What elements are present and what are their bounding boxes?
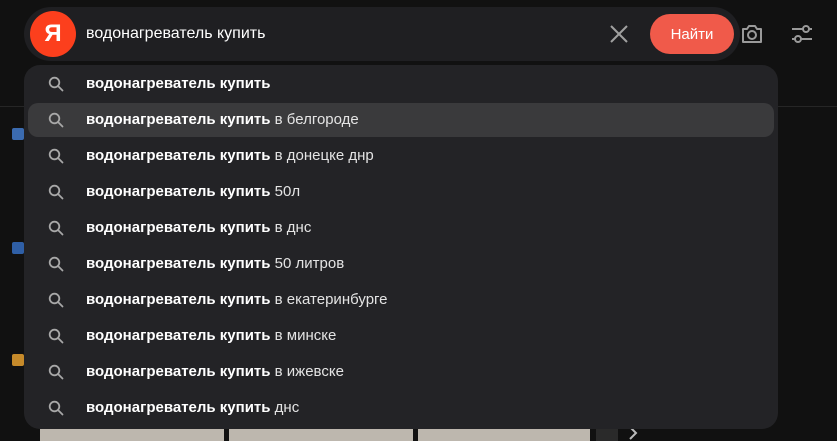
suggestion-query-part: водонагреватель купить xyxy=(86,399,271,416)
suggestion-query-part: водонагреватель купить xyxy=(86,291,271,308)
suggestion-item[interactable]: водонагреватель купить в донецке днр xyxy=(28,139,774,173)
suggestion-completion: 50 литров xyxy=(270,255,345,272)
suggestion-item[interactable]: водонагреватель купить днс xyxy=(28,391,774,425)
suggestion-item[interactable]: водонагреватель купить в ижевске xyxy=(28,355,774,389)
background-favicon xyxy=(12,354,24,366)
suggestion-query-part: водонагреватель купить xyxy=(86,363,271,380)
suggestion-item[interactable]: водонагреватель купить в белгороде xyxy=(28,103,774,137)
search-icon xyxy=(48,220,64,236)
suggestion-text: водонагреватель купить 50л xyxy=(86,175,300,209)
suggestion-query-part: водонагреватель купить xyxy=(86,111,271,128)
close-icon[interactable] xyxy=(607,22,631,46)
search-input[interactable] xyxy=(86,7,586,61)
suggestion-item[interactable]: водонагреватель купить в днс xyxy=(28,211,774,245)
background-favicon xyxy=(12,128,24,140)
page: Я Найти водонагреватель купитьводонагрев… xyxy=(0,0,837,441)
suggestion-query-part: водонагреватель купить xyxy=(86,147,271,164)
suggestion-text: водонагреватель купить xyxy=(86,67,271,101)
suggestion-query-part: водонагреватель купить xyxy=(86,255,271,272)
suggestion-item[interactable]: водонагреватель купить в минске xyxy=(28,319,774,353)
suggestion-completion: в минске xyxy=(270,327,337,344)
suggestion-query-part: водонагреватель купить xyxy=(86,327,271,344)
suggestion-item[interactable]: водонагреватель купить 50 литров xyxy=(28,247,774,281)
suggestion-text: водонагреватель купить днс xyxy=(86,391,299,425)
suggestion-text: водонагреватель купить в минске xyxy=(86,319,336,353)
filters-icon[interactable] xyxy=(788,20,816,48)
background-image xyxy=(418,429,590,441)
suggestion-completion: в екатеринбурге xyxy=(270,291,388,308)
search-icon xyxy=(48,148,64,164)
search-icon xyxy=(48,256,64,272)
suggestion-query-part: водонагреватель купить xyxy=(86,219,271,236)
suggestion-text: водонагреватель купить в донецке днр xyxy=(86,139,374,173)
yandex-logo[interactable]: Я xyxy=(30,11,76,57)
search-icon xyxy=(48,112,64,128)
suggestion-item[interactable]: водонагреватель купить 50л xyxy=(28,175,774,209)
suggestion-text: водонагреватель купить 50 литров xyxy=(86,247,344,281)
search-bar: Я Найти xyxy=(24,7,740,61)
suggestion-query-part: водонагреватель купить xyxy=(86,183,271,200)
background-image xyxy=(596,429,618,441)
search-icon xyxy=(48,364,64,380)
suggestion-completion: днс xyxy=(270,399,300,416)
suggestion-completion: в донецке днр xyxy=(270,147,374,164)
camera-icon[interactable] xyxy=(738,20,766,48)
background-image xyxy=(229,429,413,441)
suggestions-dropdown: водонагреватель купить водонагреватель ку… xyxy=(24,65,778,429)
search-icon xyxy=(48,400,64,416)
suggestion-query-part: водонагреватель купить xyxy=(86,75,271,92)
search-icon xyxy=(48,76,64,92)
suggestion-item[interactable]: водонагреватель купить xyxy=(28,67,774,101)
suggestion-completion: в ижевске xyxy=(270,363,344,380)
suggestion-completion: в днс xyxy=(270,219,312,236)
suggestion-item[interactable]: водонагреватель купить в екатеринбурге xyxy=(28,283,774,317)
search-icon xyxy=(48,292,64,308)
suggestion-completion: в белгороде xyxy=(270,111,359,128)
suggestion-text: водонагреватель купить в белгороде xyxy=(86,103,359,137)
suggestion-text: водонагреватель купить в днс xyxy=(86,211,311,245)
suggestion-text: водонагреватель купить в екатеринбурге xyxy=(86,283,388,317)
suggestion-text: водонагреватель купить в ижевске xyxy=(86,355,344,389)
search-icon xyxy=(48,184,64,200)
background-favicon xyxy=(12,242,24,254)
background-image xyxy=(40,429,224,441)
suggestion-completion: 50л xyxy=(270,183,301,200)
search-button[interactable]: Найти xyxy=(650,14,734,54)
search-icon xyxy=(48,328,64,344)
